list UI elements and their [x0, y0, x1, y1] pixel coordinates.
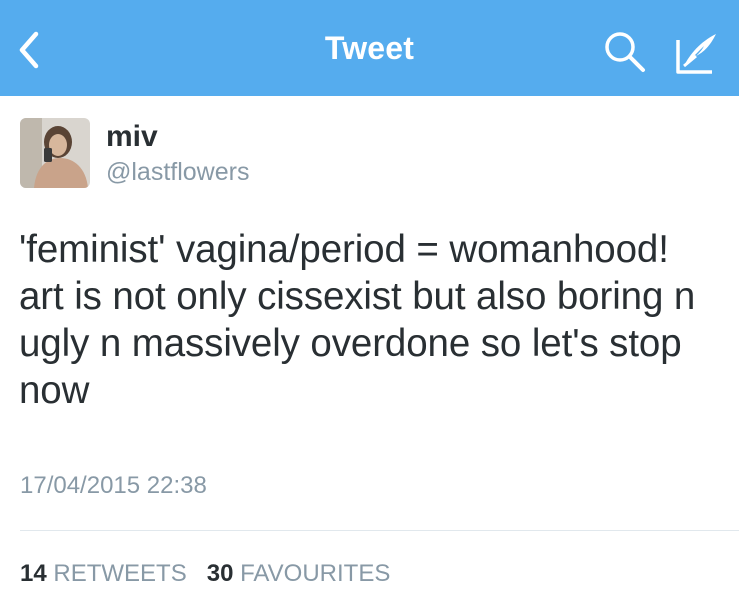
divider	[20, 530, 739, 531]
favourites-stat[interactable]: 30 FAVOURITES	[207, 560, 391, 587]
nav-bar: Tweet	[0, 0, 739, 96]
compose-icon	[676, 34, 716, 74]
tweet-timestamp: 17/04/2015 22:38	[20, 472, 207, 499]
tweet-header: miv @lastflowers	[20, 118, 720, 190]
retweets-count: 14	[20, 560, 47, 587]
tweet-text: 'feminist' vagina/period = womanhood! ar…	[19, 228, 696, 412]
tweet-stats: 14 RETWEETS 30 FAVOURITES	[20, 560, 390, 588]
retweets-label: RETWEETS	[53, 560, 187, 587]
search-button[interactable]	[603, 30, 647, 74]
search-icon	[605, 32, 645, 72]
author-name[interactable]: miv	[106, 120, 158, 154]
avatar-image	[20, 118, 90, 188]
avatar[interactable]	[20, 118, 90, 188]
retweets-stat[interactable]: 14 RETWEETS	[20, 560, 187, 587]
author-handle[interactable]: @lastflowers	[106, 158, 249, 187]
favourites-label: FAVOURITES	[240, 560, 391, 587]
compose-button[interactable]	[670, 28, 722, 76]
favourites-count: 30	[206, 560, 234, 587]
